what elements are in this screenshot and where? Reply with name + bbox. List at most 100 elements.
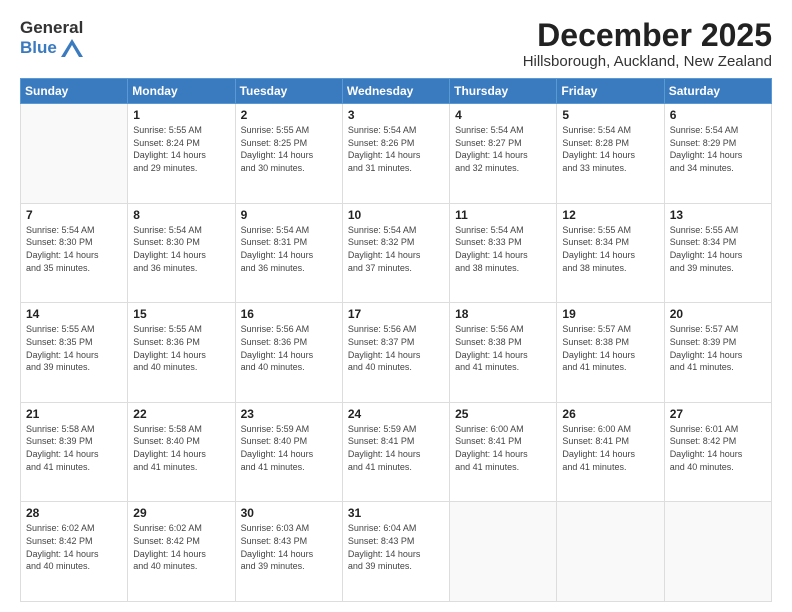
calendar-header-monday: Monday	[128, 79, 235, 104]
day-info: Sunrise: 5:54 AM Sunset: 8:26 PM Dayligh…	[348, 124, 444, 174]
day-number: 26	[562, 407, 658, 421]
calendar-cell: 11Sunrise: 5:54 AM Sunset: 8:33 PM Dayli…	[450, 203, 557, 303]
title-block: December 2025 Hillsborough, Auckland, Ne…	[523, 18, 772, 70]
calendar-header-saturday: Saturday	[664, 79, 771, 104]
calendar-cell: 23Sunrise: 5:59 AM Sunset: 8:40 PM Dayli…	[235, 402, 342, 502]
day-number: 15	[133, 307, 229, 321]
calendar-cell: 27 Sunrise: 6:01 AM Sunset: 8:42 PM Dayli…	[664, 402, 771, 502]
calendar-cell	[664, 502, 771, 602]
calendar-cell: 14Sunrise: 5:55 AM Sunset: 8:35 PM Dayli…	[21, 303, 128, 403]
calendar-cell: 8Sunrise: 5:54 AM Sunset: 8:30 PM Daylig…	[128, 203, 235, 303]
calendar-cell: 3 Sunrise: 5:54 AM Sunset: 8:26 PM Daylig…	[342, 104, 449, 204]
day-number: 6	[670, 108, 766, 122]
calendar-cell: 16 Sunrise: 5:56 AM Sunset: 8:36 PM Dayli…	[235, 303, 342, 403]
day-number: 24	[348, 407, 444, 421]
calendar-cell: 17Sunrise: 5:56 AM Sunset: 8:37 PM Dayli…	[342, 303, 449, 403]
calendar-cell: 29 Sunrise: 6:02 AM Sunset: 8:42 PM Dayli…	[128, 502, 235, 602]
day-number: 25	[455, 407, 551, 421]
day-number: 18	[455, 307, 551, 321]
day-info: Sunrise: 5:54 AM Sunset: 8:32 PM Dayligh…	[348, 224, 444, 274]
day-info: Sunrise: 5:54 AM Sunset: 8:30 PM Dayligh…	[133, 224, 229, 274]
day-info: Sunrise: 6:02 AM Sunset: 8:42 PM Dayligh…	[133, 522, 229, 572]
calendar-cell: 1 Sunrise: 5:55 AM Sunset: 8:24 PM Daylig…	[128, 104, 235, 204]
main-title: December 2025	[523, 18, 772, 53]
calendar-week-2: 14Sunrise: 5:55 AM Sunset: 8:35 PM Dayli…	[21, 303, 772, 403]
day-info: Sunrise: 5:54 AM Sunset: 8:33 PM Dayligh…	[455, 224, 551, 274]
day-info: Sunrise: 5:55 AM Sunset: 8:24 PM Dayligh…	[133, 124, 229, 174]
calendar-cell: 18 Sunrise: 5:56 AM Sunset: 8:38 PM Dayli…	[450, 303, 557, 403]
calendar-header-sunday: Sunday	[21, 79, 128, 104]
calendar-cell	[557, 502, 664, 602]
day-info: Sunrise: 6:00 AM Sunset: 8:41 PM Dayligh…	[455, 423, 551, 473]
day-info: Sunrise: 6:04 AM Sunset: 8:43 PM Dayligh…	[348, 522, 444, 572]
calendar-cell: 20 Sunrise: 5:57 AM Sunset: 8:39 PM Dayli…	[664, 303, 771, 403]
calendar-week-1: 7 Sunrise: 5:54 AM Sunset: 8:30 PM Daylig…	[21, 203, 772, 303]
day-number: 13	[670, 208, 766, 222]
day-info: Sunrise: 5:59 AM Sunset: 8:40 PM Dayligh…	[241, 423, 337, 473]
day-number: 27	[670, 407, 766, 421]
day-info: Sunrise: 5:55 AM Sunset: 8:25 PM Dayligh…	[241, 124, 337, 174]
calendar-cell: 9 Sunrise: 5:54 AM Sunset: 8:31 PM Daylig…	[235, 203, 342, 303]
calendar-cell: 15 Sunrise: 5:55 AM Sunset: 8:36 PM Dayli…	[128, 303, 235, 403]
day-number: 14	[26, 307, 122, 321]
day-info: Sunrise: 5:55 AM Sunset: 8:34 PM Dayligh…	[670, 224, 766, 274]
calendar-cell: 25 Sunrise: 6:00 AM Sunset: 8:41 PM Dayli…	[450, 402, 557, 502]
calendar-header-row: SundayMondayTuesdayWednesdayThursdayFrid…	[21, 79, 772, 104]
day-number: 16	[241, 307, 337, 321]
day-number: 20	[670, 307, 766, 321]
day-number: 29	[133, 506, 229, 520]
day-number: 22	[133, 407, 229, 421]
calendar-cell: 12Sunrise: 5:55 AM Sunset: 8:34 PM Dayli…	[557, 203, 664, 303]
calendar-week-3: 21 Sunrise: 5:58 AM Sunset: 8:39 PM Dayli…	[21, 402, 772, 502]
day-number: 4	[455, 108, 551, 122]
calendar-cell: 4 Sunrise: 5:54 AM Sunset: 8:27 PM Daylig…	[450, 104, 557, 204]
calendar-header-friday: Friday	[557, 79, 664, 104]
calendar-week-4: 28 Sunrise: 6:02 AM Sunset: 8:42 PM Dayli…	[21, 502, 772, 602]
day-info: Sunrise: 5:58 AM Sunset: 8:39 PM Dayligh…	[26, 423, 122, 473]
logo-icon	[61, 39, 83, 57]
day-number: 12	[562, 208, 658, 222]
day-number: 9	[241, 208, 337, 222]
calendar-cell: 21 Sunrise: 5:58 AM Sunset: 8:39 PM Dayli…	[21, 402, 128, 502]
day-info: Sunrise: 5:59 AM Sunset: 8:41 PM Dayligh…	[348, 423, 444, 473]
day-info: Sunrise: 6:01 AM Sunset: 8:42 PM Dayligh…	[670, 423, 766, 473]
calendar-cell	[21, 104, 128, 204]
calendar-cell: 26 Sunrise: 6:00 AM Sunset: 8:41 PM Dayli…	[557, 402, 664, 502]
calendar-week-0: 1 Sunrise: 5:55 AM Sunset: 8:24 PM Daylig…	[21, 104, 772, 204]
calendar-cell: 30Sunrise: 6:03 AM Sunset: 8:43 PM Dayli…	[235, 502, 342, 602]
calendar-table: SundayMondayTuesdayWednesdayThursdayFrid…	[20, 78, 772, 602]
day-info: Sunrise: 5:58 AM Sunset: 8:40 PM Dayligh…	[133, 423, 229, 473]
day-number: 21	[26, 407, 122, 421]
day-info: Sunrise: 6:00 AM Sunset: 8:41 PM Dayligh…	[562, 423, 658, 473]
day-number: 10	[348, 208, 444, 222]
day-info: Sunrise: 5:54 AM Sunset: 8:31 PM Dayligh…	[241, 224, 337, 274]
day-info: Sunrise: 5:56 AM Sunset: 8:36 PM Dayligh…	[241, 323, 337, 373]
calendar-cell: 7 Sunrise: 5:54 AM Sunset: 8:30 PM Daylig…	[21, 203, 128, 303]
day-number: 3	[348, 108, 444, 122]
calendar-cell: 13 Sunrise: 5:55 AM Sunset: 8:34 PM Dayli…	[664, 203, 771, 303]
page: General Blue December 2025 Hillsborough,…	[0, 0, 792, 612]
calendar-cell: 24 Sunrise: 5:59 AM Sunset: 8:41 PM Dayli…	[342, 402, 449, 502]
day-number: 7	[26, 208, 122, 222]
day-number: 28	[26, 506, 122, 520]
day-info: Sunrise: 5:54 AM Sunset: 8:29 PM Dayligh…	[670, 124, 766, 174]
day-info: Sunrise: 5:54 AM Sunset: 8:27 PM Dayligh…	[455, 124, 551, 174]
day-info: Sunrise: 5:56 AM Sunset: 8:38 PM Dayligh…	[455, 323, 551, 373]
day-info: Sunrise: 5:54 AM Sunset: 8:30 PM Dayligh…	[26, 224, 122, 274]
day-number: 1	[133, 108, 229, 122]
day-info: Sunrise: 5:57 AM Sunset: 8:39 PM Dayligh…	[670, 323, 766, 373]
day-info: Sunrise: 5:54 AM Sunset: 8:28 PM Dayligh…	[562, 124, 658, 174]
day-number: 5	[562, 108, 658, 122]
calendar-cell: 28 Sunrise: 6:02 AM Sunset: 8:42 PM Dayli…	[21, 502, 128, 602]
calendar-cell: 22 Sunrise: 5:58 AM Sunset: 8:40 PM Dayli…	[128, 402, 235, 502]
calendar-cell: 6 Sunrise: 5:54 AM Sunset: 8:29 PM Daylig…	[664, 104, 771, 204]
calendar-cell: 5 Sunrise: 5:54 AM Sunset: 8:28 PM Daylig…	[557, 104, 664, 204]
calendar-cell: 10 Sunrise: 5:54 AM Sunset: 8:32 PM Dayli…	[342, 203, 449, 303]
header: General Blue December 2025 Hillsborough,…	[20, 18, 772, 70]
day-info: Sunrise: 6:02 AM Sunset: 8:42 PM Dayligh…	[26, 522, 122, 572]
calendar-cell: 31Sunrise: 6:04 AM Sunset: 8:43 PM Dayli…	[342, 502, 449, 602]
calendar-cell	[450, 502, 557, 602]
logo-line2: Blue	[20, 38, 83, 58]
calendar-header-tuesday: Tuesday	[235, 79, 342, 104]
day-info: Sunrise: 5:55 AM Sunset: 8:36 PM Dayligh…	[133, 323, 229, 373]
